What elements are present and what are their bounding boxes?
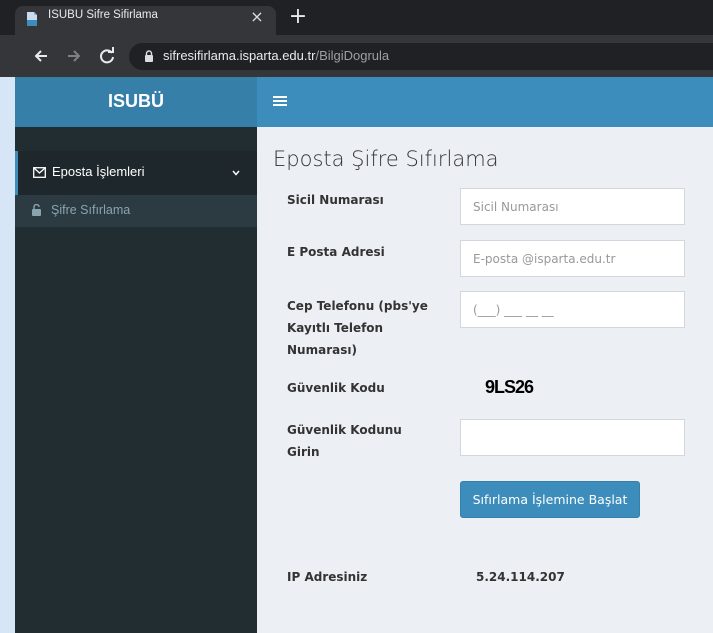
- sidebar-item-eposta-islemleri[interactable]: Eposta İşlemleri: [15, 151, 257, 195]
- page: ISUBÜ Eposta İşlemleri Şifre Sıfırlama E…: [15, 77, 713, 633]
- page-title: Eposta Şifre Sıfırlama: [273, 147, 499, 171]
- tab-close-icon[interactable]: ×: [247, 7, 267, 27]
- unlock-icon: [32, 204, 41, 216]
- reload-icon[interactable]: [96, 45, 118, 67]
- envelope-icon: [33, 167, 46, 178]
- sidebar-item-label: Eposta İşlemleri: [52, 164, 145, 179]
- sicil-label: Sicil Numarası: [287, 193, 384, 207]
- url-host: sifresifirlama.isparta.edu.tr: [163, 48, 316, 63]
- main-content: Eposta Şifre Sıfırlama Sicil Numarası E …: [257, 127, 713, 633]
- phone-input[interactable]: [460, 291, 685, 328]
- sidebar: Eposta İşlemleri Şifre Sıfırlama: [15, 127, 257, 633]
- menu-icon[interactable]: [273, 94, 287, 108]
- url-text[interactable]: sifresifirlama.isparta.edu.tr/BilgiDogru…: [163, 48, 389, 63]
- sidebar-item-label: Şifre Sıfırlama: [51, 203, 131, 217]
- sidebar-item-sifre-sifirlama[interactable]: Şifre Sıfırlama: [15, 195, 257, 227]
- chevron-down-icon: [232, 170, 240, 176]
- top-navbar: [257, 77, 713, 127]
- phone-label: Cep Telefonu (pbs'ye Kayıtlı Telefon Num…: [287, 299, 428, 357]
- email-field[interactable]: [460, 240, 685, 277]
- document-icon: [27, 12, 37, 26]
- url-path: /BilgiDogrula: [315, 48, 390, 63]
- back-arrow-icon[interactable]: [30, 45, 52, 67]
- brand-logo[interactable]: ISUBÜ: [15, 77, 257, 127]
- sicil-input[interactable]: [460, 188, 685, 225]
- ip-label: IP Adresiniz: [287, 570, 368, 584]
- captcha-input-label: Güvenlik Kodunu Girin: [287, 423, 402, 459]
- captcha-input[interactable]: [460, 419, 685, 456]
- email-label: E Posta Adresi: [287, 245, 385, 259]
- ip-value: 5.24.114.207: [476, 570, 565, 584]
- forward-arrow-icon[interactable]: [63, 45, 85, 67]
- lock-icon[interactable]: [144, 50, 154, 62]
- browser-tab-title: ISUBU Sifre Sifirlama: [48, 9, 158, 21]
- submit-button[interactable]: Sıfırlama İşlemine Başlat: [460, 481, 640, 518]
- new-tab-icon[interactable]: +: [287, 6, 309, 28]
- captcha-label: Güvenlik Kodu: [287, 381, 385, 395]
- browser-tab-strip: ISUBU Sifre Sifirlama × +: [0, 0, 713, 35]
- captcha-image: 9LS26: [485, 377, 534, 397]
